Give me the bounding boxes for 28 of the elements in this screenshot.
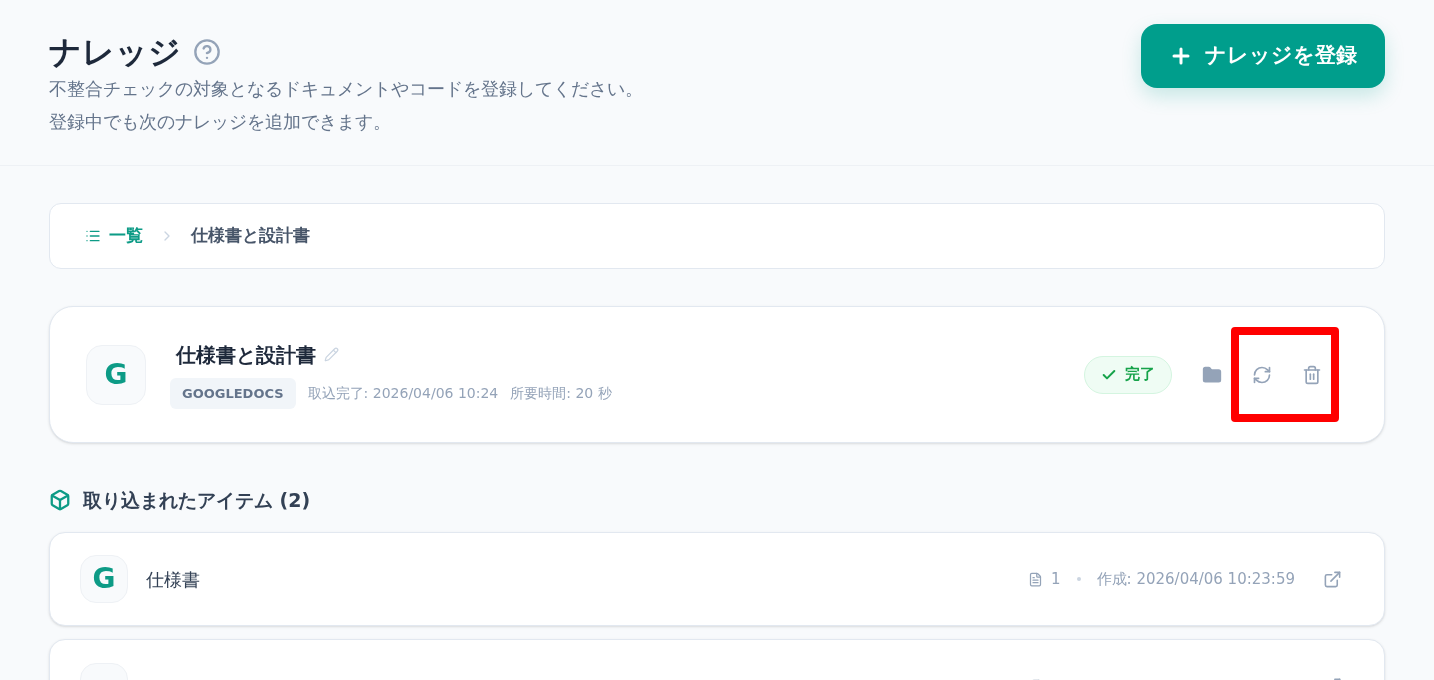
dot-separator [1076,577,1081,581]
list-icon [85,228,101,244]
refresh-icon[interactable] [1252,364,1272,385]
folder-icon[interactable] [1202,364,1222,385]
source-tag: GOOGLEDOCS [170,377,296,410]
page-description: 不整合チェックの対象となるドキュメントやコードを登録してください。 [49,77,643,101]
created-time: 作成: 2026/04/06 10:23:59 [1096,568,1295,590]
page-description: 登録中でも次のナレッジを追加できます。 [49,110,392,134]
box-icon [49,489,71,511]
item-card[interactable]: G 仕様書 1 作成: 2026/04/06 10:23:59 [49,532,1385,626]
breadcrumb-link[interactable]: 一覧 [85,223,143,249]
trash-icon[interactable] [1302,364,1322,385]
document-icon [1028,571,1044,587]
page-title: ナレッジ [49,32,181,72]
register-button[interactable]: ナレッジを登録 [1141,24,1385,88]
external-link-icon[interactable] [1323,569,1342,589]
duration: 所要時間: 20 秒 [510,384,612,403]
source-logo: G [86,344,146,405]
source-logo: G [80,555,128,603]
status-badge: 完了 [1084,355,1172,394]
page-count: 1 [1051,568,1061,590]
pencil-icon[interactable] [324,347,339,363]
import-time: 取込完了: 2026/04/06 10:24 [307,384,499,403]
breadcrumb-current: 仕様書と設計書 [191,224,310,248]
section-title: 取り込まれたアイテム (2) [83,487,311,513]
item-name: 仕様書 [146,567,200,592]
knowledge-title: 仕様書と設計書 [176,341,316,369]
help-icon[interactable] [193,38,221,66]
